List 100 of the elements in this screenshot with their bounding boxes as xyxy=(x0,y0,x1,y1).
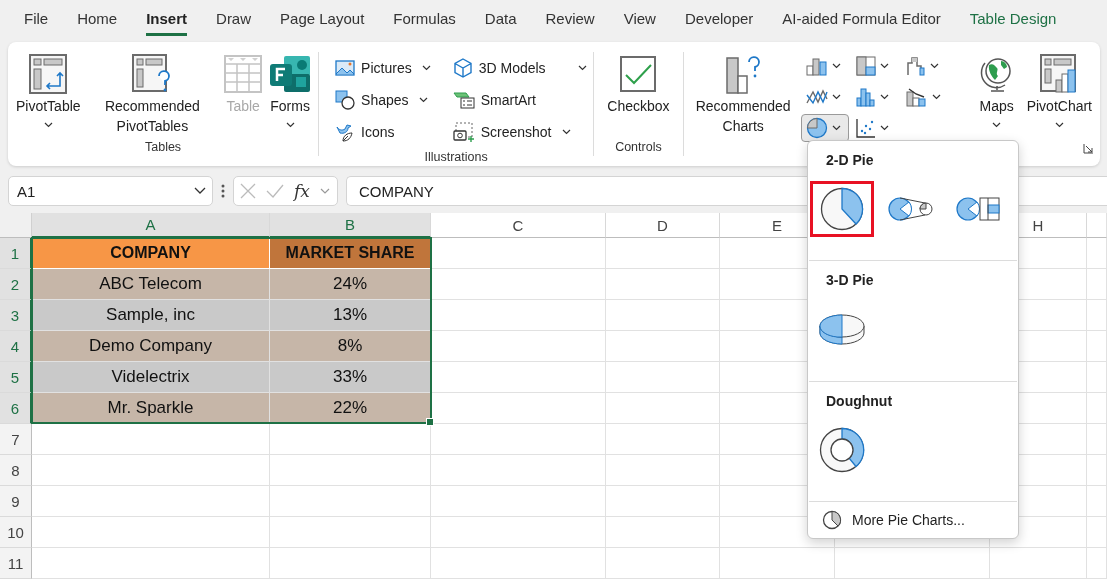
ribbon-tab[interactable]: Formulas xyxy=(393,4,456,36)
empty-cell[interactable] xyxy=(431,424,606,455)
row-header[interactable]: 3 xyxy=(0,300,32,331)
row-header[interactable]: 7 xyxy=(0,424,32,455)
empty-cell[interactable] xyxy=(606,238,720,269)
fill-handle[interactable] xyxy=(426,418,434,426)
ribbon-button[interactable]: Pictures xyxy=(331,52,435,84)
ribbon-button[interactable]: Checkbox xyxy=(605,52,672,116)
ribbon-button[interactable]: Icons xyxy=(331,116,435,148)
ribbon-button[interactable]: SmartArt xyxy=(448,84,591,116)
caret-icon xyxy=(931,94,941,100)
empty-cell[interactable] xyxy=(270,486,431,517)
row-header[interactable]: 5 xyxy=(0,362,32,393)
row-header[interactable]: 10 xyxy=(0,517,32,548)
empty-cell[interactable] xyxy=(835,548,990,579)
column-header[interactable]: B xyxy=(270,213,431,238)
chevron-down-icon xyxy=(319,187,330,195)
enter-check-icon[interactable] xyxy=(266,184,284,198)
treemap-chart-icon xyxy=(855,56,876,76)
empty-cell[interactable] xyxy=(606,548,720,579)
more-options-icon[interactable] xyxy=(221,184,225,198)
ribbon-button[interactable]: Shapes xyxy=(331,84,435,116)
ribbon-button[interactable]: PivotTable xyxy=(14,52,83,128)
row-header[interactable]: 4 xyxy=(0,331,32,362)
empty-cell[interactable] xyxy=(270,455,431,486)
ribbon-tab[interactable]: Review xyxy=(545,4,595,36)
table-cell: Videlectrix xyxy=(32,362,270,393)
ribbon-tab[interactable]: Insert xyxy=(146,4,188,36)
more-pie-charts-link[interactable]: More Pie Charts... xyxy=(808,502,1018,538)
empty-cell[interactable] xyxy=(1087,486,1107,517)
cancel-icon[interactable] xyxy=(240,183,256,199)
dialog-launcher-icon[interactable] xyxy=(1083,143,1094,154)
ribbon-tab[interactable]: Home xyxy=(77,4,118,36)
empty-cell[interactable] xyxy=(606,269,720,300)
insert-function-button[interactable]: fx xyxy=(294,181,310,201)
ribbon-tab[interactable]: Developer xyxy=(684,4,754,36)
empty-cell[interactable] xyxy=(431,486,606,517)
empty-cell[interactable] xyxy=(1087,548,1107,579)
ribbon-tab[interactable]: AI-aided Formula Editor xyxy=(782,4,941,36)
empty-cell[interactable] xyxy=(606,362,720,393)
empty-cell[interactable] xyxy=(606,331,720,362)
caret-icon xyxy=(831,125,841,131)
empty-cell[interactable] xyxy=(270,548,431,579)
row-header[interactable]: 11 xyxy=(0,548,32,579)
header-cell: MARKET SHARE xyxy=(270,238,431,269)
ribbon-button[interactable]: Screenshot xyxy=(448,116,591,148)
column-header[interactable]: A xyxy=(32,213,270,238)
name-box[interactable]: A1 xyxy=(8,176,213,206)
column-header[interactable]: D xyxy=(606,213,720,238)
ribbon-button[interactable]: Maps xyxy=(976,52,1017,128)
empty-cell[interactable] xyxy=(431,548,606,579)
ribbon-tab[interactable]: File xyxy=(24,4,49,36)
empty-cell[interactable] xyxy=(1087,455,1107,486)
ribbon-tab[interactable]: Data xyxy=(484,4,517,36)
empty-cell[interactable] xyxy=(270,517,431,548)
empty-cell[interactable] xyxy=(1087,300,1107,331)
caret-icon xyxy=(831,94,841,100)
empty-cell[interactable] xyxy=(270,424,431,455)
empty-cell[interactable] xyxy=(1087,269,1107,300)
section-title: Doughnut xyxy=(825,391,894,411)
column-header[interactable] xyxy=(1087,213,1107,238)
ribbon-tab[interactable]: View xyxy=(623,4,656,36)
empty-cell[interactable] xyxy=(606,486,720,517)
ribbon-tab[interactable]: Draw xyxy=(216,4,252,36)
empty-cell[interactable] xyxy=(431,455,606,486)
pivot-chart-icon xyxy=(1040,54,1079,94)
caret-icon xyxy=(831,63,841,69)
ribbon-tab[interactable]: Table Design xyxy=(969,4,1057,36)
table-cell: Mr. Sparkle xyxy=(32,393,270,424)
ribbon-tab[interactable]: Page Layout xyxy=(280,4,365,36)
empty-cell[interactable] xyxy=(606,455,720,486)
empty-cell[interactable] xyxy=(990,548,1087,579)
select-all-corner[interactable] xyxy=(0,213,32,238)
empty-cell[interactable] xyxy=(1087,331,1107,362)
empty-cell[interactable] xyxy=(1087,424,1107,455)
row-header[interactable]: 2 xyxy=(0,269,32,300)
chart-option[interactable] xyxy=(810,181,874,237)
empty-cell[interactable] xyxy=(606,517,720,548)
chart-type-button[interactable] xyxy=(800,114,849,142)
row-header[interactable]: 9 xyxy=(0,486,32,517)
ribbon-button[interactable]: Recommended Charts xyxy=(693,52,793,136)
empty-cell[interactable] xyxy=(606,300,720,331)
section-title: 3-D Pie xyxy=(825,271,875,291)
empty-cell[interactable] xyxy=(1087,517,1107,548)
row-header[interactable]: 8 xyxy=(0,455,32,486)
empty-cell[interactable] xyxy=(606,424,720,455)
empty-cell[interactable] xyxy=(1087,238,1107,269)
ribbon-button[interactable]: PivotChart xyxy=(1024,52,1094,128)
pie-chart-icon xyxy=(805,117,828,139)
ribbon-button[interactable]: Recommended PivotTables xyxy=(86,52,219,136)
empty-cell[interactable] xyxy=(720,548,835,579)
column-header[interactable]: C xyxy=(431,213,606,238)
empty-cell[interactable] xyxy=(606,393,720,424)
empty-cell[interactable] xyxy=(1087,362,1107,393)
ribbon-button[interactable]: 3D Models xyxy=(448,52,591,84)
ribbon-button[interactable]: Forms xyxy=(268,52,313,128)
empty-cell[interactable] xyxy=(431,517,606,548)
row-header[interactable]: 6 xyxy=(0,393,32,424)
row-header[interactable]: 1 xyxy=(0,238,32,269)
empty-cell[interactable] xyxy=(1087,393,1107,424)
